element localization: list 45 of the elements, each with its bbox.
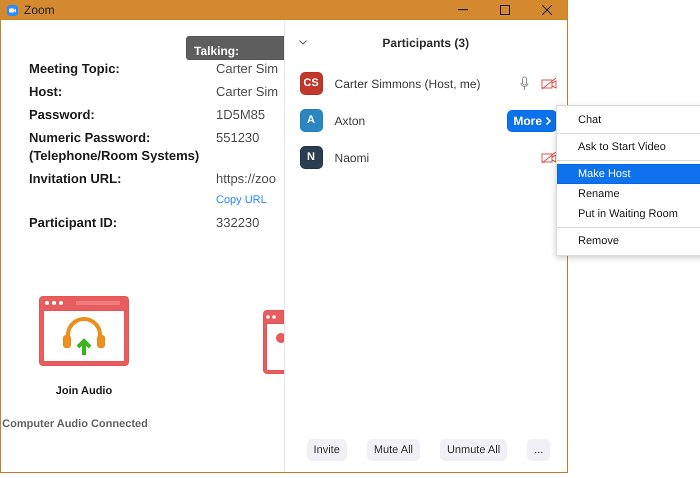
- join-audio-label: Join Audio: [56, 384, 112, 399]
- participant-name: Carter Simmons (Host, me): [334, 76, 482, 92]
- participant-name: Axton: [334, 112, 366, 130]
- window-icon: [263, 310, 284, 374]
- menu-item[interactable]: Remove: [557, 231, 700, 251]
- field-label: Meeting Topic:: [29, 60, 121, 78]
- menu-item[interactable]: Rename: [557, 184, 700, 204]
- maximize-icon[interactable]: [500, 5, 510, 15]
- panel-title: Participants (3): [381, 34, 470, 52]
- app-icon: [7, 4, 18, 16]
- field-label: Password:: [29, 106, 96, 124]
- footer-button[interactable]: Invite: [306, 438, 347, 461]
- field-label: Host:: [29, 83, 64, 101]
- microphone-icon[interactable]: [520, 76, 529, 91]
- close-icon[interactable]: [542, 5, 552, 15]
- menu-item[interactable]: Ask to Start Video: [557, 137, 700, 157]
- minimize-icon[interactable]: [458, 9, 468, 11]
- avatar: N: [300, 146, 323, 169]
- avatar: A: [300, 109, 323, 132]
- window-title: Zoom: [24, 2, 55, 19]
- chevron-icon: [546, 116, 551, 124]
- field-value: https://zoo: [216, 170, 276, 188]
- field-value: 551230: [216, 129, 260, 147]
- field-value: 1D5M85: [216, 106, 266, 124]
- footer-button[interactable]: Mute All: [366, 438, 420, 461]
- tooltip: Talking:: [186, 36, 284, 60]
- footer-button[interactable]: Unmute All: [440, 438, 508, 461]
- field-label: Invitation URL:: [29, 170, 122, 188]
- more-button[interactable]: More: [507, 110, 557, 132]
- field-value: Carter Sim: [216, 83, 278, 101]
- audio-status: Computer Audio Connected: [2, 416, 148, 432]
- menu-item[interactable]: Put in Waiting Room: [557, 204, 700, 224]
- video-off-icon[interactable]: [541, 151, 557, 164]
- headphones-window-icon[interactable]: [38, 295, 130, 367]
- field-label: Numeric Password: (Telephone/Room Systems): [29, 129, 200, 165]
- video-off-icon[interactable]: [541, 77, 557, 90]
- collapse-icon[interactable]: [298, 40, 307, 45]
- field-value: 332230: [216, 214, 260, 232]
- menu-item[interactable]: Chat: [557, 110, 700, 130]
- avatar: CS: [300, 72, 323, 95]
- field-value: Carter Sim: [216, 60, 278, 78]
- field-label: Participant ID:: [29, 214, 118, 232]
- footer-button[interactable]: ...: [527, 438, 550, 461]
- participant-name: Naomi: [334, 150, 370, 166]
- menu-item[interactable]: Make Host: [557, 164, 700, 184]
